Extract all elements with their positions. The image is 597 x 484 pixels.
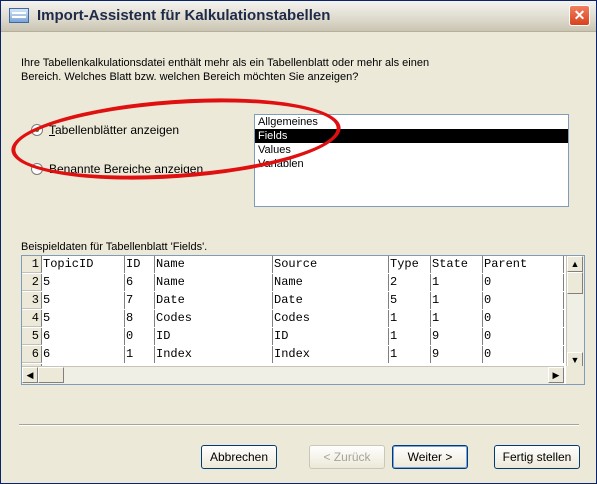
table-row: 4 5 8 Codes Codes 1 1 0 <box>22 310 564 327</box>
preview-grid-content: 1 TopicID ID Name Source Type State Parent 2 5 6 Na… <box>22 256 564 368</box>
table-cell: 6 <box>42 328 125 345</box>
table-cell: State <box>431 256 483 273</box>
table-row: 5 6 0 ID ID 1 9 0 <box>22 328 564 345</box>
scroll-up-button[interactable]: ▲ <box>567 256 583 272</box>
row-number: 2 <box>22 274 42 291</box>
table-cell: 9 <box>431 328 483 345</box>
preview-label: Beispieldaten für Tabellenblatt 'Fields'… <box>21 241 208 253</box>
table-cell: Index <box>155 346 273 363</box>
table-cell: 6 <box>42 346 125 363</box>
row-number: 3 <box>22 292 42 309</box>
close-button[interactable]: ✕ <box>569 5 590 26</box>
scroll-right-button[interactable]: ▶ <box>548 367 564 383</box>
table-cell: Codes <box>155 310 273 327</box>
table-cell: 1 <box>389 310 431 327</box>
table-cell: 0 <box>483 310 564 327</box>
table-cell: Parent <box>483 256 564 273</box>
table-cell: ID <box>125 256 155 273</box>
table-cell: 0 <box>125 328 155 345</box>
separator <box>19 424 579 426</box>
instruction-line-2: Bereich. Welches Blatt bzw. welchen Bere… <box>21 71 359 83</box>
vertical-scrollbar[interactable]: ▲ ▼ <box>566 256 584 368</box>
finish-button[interactable]: Fertig stellen <box>494 445 580 469</box>
table-cell: 6 <box>125 274 155 291</box>
row-number: 4 <box>22 310 42 327</box>
table-cell: Date <box>155 292 273 309</box>
import-wizard-window: Import-Assistent für Kalkulationstabelle… <box>0 0 597 484</box>
table-cell: 0 <box>483 328 564 345</box>
cancel-button[interactable]: Abbrechen <box>201 445 277 469</box>
next-button[interactable]: Weiter > <box>392 445 468 469</box>
table-row: 6 6 1 Index Index 1 9 0 <box>22 346 564 363</box>
table-cell: 5 <box>42 310 125 327</box>
title-bar[interactable]: Import-Assistent für Kalkulationstabelle… <box>1 1 596 32</box>
table-cell: Type <box>389 256 431 273</box>
window-icon <box>9 8 29 23</box>
table-cell: 1 <box>389 346 431 363</box>
table-cell: 1 <box>389 328 431 345</box>
table-cell: 9 <box>431 346 483 363</box>
table-cell: 0 <box>483 292 564 309</box>
back-button[interactable]: < Zurück <box>309 445 385 469</box>
row-number: 6 <box>22 346 42 363</box>
table-cell: Date <box>273 292 389 309</box>
horizontal-scroll-thumb[interactable] <box>38 367 64 383</box>
table-cell: TopicID <box>42 256 125 273</box>
table-cell: 1 <box>125 346 155 363</box>
row-number: 1 <box>22 256 42 273</box>
table-cell: 7 <box>125 292 155 309</box>
table-cell: 1 <box>431 292 483 309</box>
table-cell: 1 <box>431 274 483 291</box>
table-cell: Name <box>273 274 389 291</box>
scroll-left-button[interactable]: ◀ <box>22 367 38 383</box>
horizontal-scrollbar[interactable]: ◀ ▶ <box>22 366 564 384</box>
sheet-item[interactable]: Variablen <box>255 157 568 171</box>
table-row: 3 5 7 Date Date 5 1 0 <box>22 292 564 309</box>
instruction-text: Ihre Tabellenkalkulationsdatei enthält m… <box>21 56 571 84</box>
table-cell: 5 <box>42 274 125 291</box>
table-cell: Name <box>155 274 273 291</box>
table-cell: Codes <box>273 310 389 327</box>
row-number: 5 <box>22 328 42 345</box>
table-cell: ID <box>155 328 273 345</box>
table-cell: Name <box>155 256 273 273</box>
table-cell: 0 <box>483 346 564 363</box>
instruction-line-1: Ihre Tabellenkalkulationsdatei enthält m… <box>21 57 430 69</box>
preview-grid: 1 TopicID ID Name Source Type State Parent 2 5 6 Na… <box>21 255 585 385</box>
table-row: 2 5 6 Name Name 2 1 0 <box>22 274 564 291</box>
table-cell: 8 <box>125 310 155 327</box>
table-cell: Index <box>273 346 389 363</box>
table-cell: 2 <box>389 274 431 291</box>
table-cell: 0 <box>483 274 564 291</box>
table-cell: 5 <box>389 292 431 309</box>
table-cell: Source <box>273 256 389 273</box>
window-title: Import-Assistent für Kalkulationstabelle… <box>37 7 331 24</box>
vertical-scroll-thumb[interactable] <box>567 272 583 294</box>
table-cell: ID <box>273 328 389 345</box>
scrollbar-corner <box>566 366 584 384</box>
table-cell: 5 <box>42 292 125 309</box>
table-row: 1 TopicID ID Name Source Type State Parent <box>22 256 564 273</box>
table-cell: 1 <box>431 310 483 327</box>
